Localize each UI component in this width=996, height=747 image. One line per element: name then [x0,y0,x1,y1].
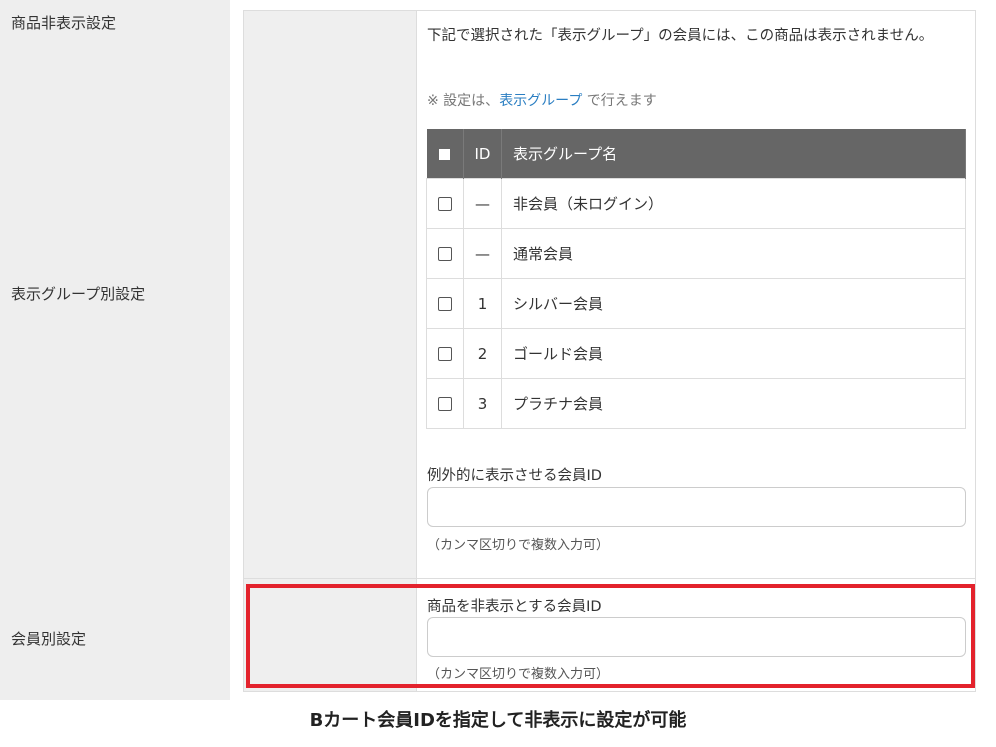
note-suffix: で行えます [582,93,657,109]
group-setting-note: ※ 設定は、表示グループ で行えます [427,90,657,110]
group-checkbox[interactable] [438,247,452,261]
table-row: — 通常会員 [426,228,966,279]
group-name: 通常会員 [501,228,966,279]
group-setting-label: 表示グループ別設定 [11,285,146,303]
exception-id-hint: （カンマ区切りで複数入力可） [427,538,610,553]
row-check-cell[interactable] [426,378,464,429]
row-check-cell[interactable] [426,278,464,329]
select-all-header[interactable] [426,129,464,179]
table-row: 2 ゴールド会員 [426,328,966,379]
hidden-member-id-input[interactable] [427,617,966,657]
sub-divider [244,578,975,579]
member-setting-label: 会員別設定 [11,630,87,648]
hidden-member-id-label: 商品を非表示とする会員ID [427,599,602,615]
name-column-header: 表示グループ名 [501,129,966,179]
group-id: 2 [463,328,502,379]
group-id: — [463,228,502,279]
exception-member-id-input[interactable] [427,487,966,527]
table-row: 1 シルバー会員 [426,278,966,329]
group-id: 3 [463,378,502,429]
row-check-cell[interactable] [426,178,464,229]
group-id: — [463,178,502,229]
group-checkbox[interactable] [438,297,452,311]
row-check-cell[interactable] [426,328,464,379]
group-name: ゴールド会員 [501,328,966,379]
section-label-column [0,0,230,700]
group-checkbox[interactable] [438,347,452,361]
group-id: 1 [463,278,502,329]
table-row: — 非会員（未ログイン） [426,178,966,229]
display-group-table: ID 表示グループ名 — 非会員（未ログイン） — 通常会員 1 シルバー会員 … [426,129,966,429]
note-prefix: ※ 設定は、 [427,93,500,109]
select-all-checkbox[interactable] [439,148,451,160]
section-title: 商品非表示設定 [11,14,117,32]
row-check-cell[interactable] [426,228,464,279]
sub-label-column [244,11,417,691]
id-column-header: ID [463,129,502,179]
hidden-member-id-hint: （カンマ区切りで複数入力可） [427,667,610,682]
group-checkbox[interactable] [438,397,452,411]
group-name: プラチナ会員 [501,378,966,429]
group-checkbox[interactable] [438,197,452,211]
group-name: シルバー会員 [501,278,966,329]
table-row: 3 プラチナ会員 [426,378,966,429]
group-setting-description: 下記で選択された「表示グループ」の会員には、この商品は表示されません。 [427,28,934,44]
group-name: 非会員（未ログイン） [501,178,966,229]
caption: Bカート会員IDを指定して非表示に設定が可能 [309,710,687,731]
exception-id-label: 例外的に表示させる会員ID [427,468,602,484]
display-group-link[interactable]: 表示グループ [499,93,582,109]
table-header-row: ID 表示グループ名 [426,129,966,179]
